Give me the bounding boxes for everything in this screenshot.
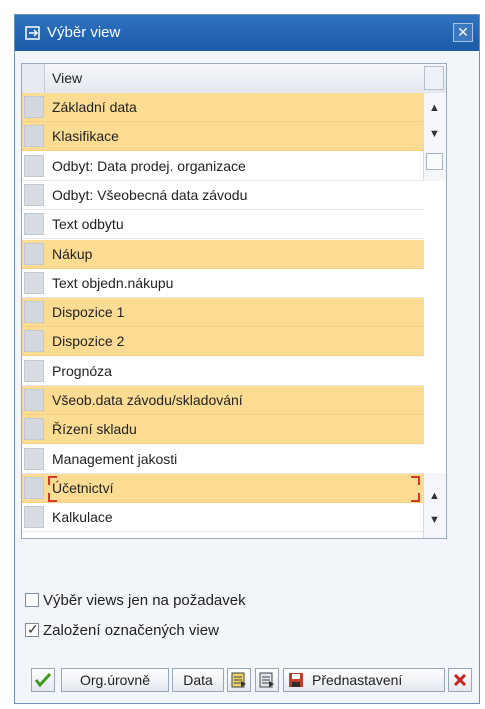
row-selector[interactable] <box>24 447 44 470</box>
table-row[interactable]: Prognóza <box>22 357 424 386</box>
close-button[interactable]: ✕ <box>453 23 473 42</box>
row-label: Klasifikace <box>52 128 119 145</box>
focus-marker <box>411 475 420 485</box>
row-label: Účetnictví <box>52 479 114 496</box>
row-selector[interactable] <box>24 359 44 382</box>
row-selector[interactable] <box>24 242 44 265</box>
vertical-scrollbar-top[interactable]: ▲ ▼ <box>423 93 446 181</box>
table-row[interactable]: Odbyt: Data prodej. organizace <box>22 152 424 181</box>
table-row[interactable]: Klasifikace <box>22 122 424 152</box>
row-selector[interactable] <box>24 271 44 294</box>
dialog-toolbar: Org.úrovně Data Přednastavení <box>15 663 479 695</box>
row-selector[interactable] <box>24 330 44 353</box>
row-label: Text objedn.nákupu <box>52 274 174 291</box>
defaults-button[interactable]: Přednastavení <box>283 668 445 692</box>
accept-button[interactable] <box>31 668 55 692</box>
table-row[interactable]: Management jakosti <box>22 445 424 474</box>
create-selected-label: Založení označených view <box>43 622 219 639</box>
org-levels-button[interactable]: Org.úrovně <box>61 668 169 692</box>
focus-marker <box>48 475 57 485</box>
row-selector[interactable] <box>24 213 44 236</box>
focus-marker <box>411 492 420 502</box>
cancel-button[interactable] <box>448 668 472 692</box>
table-row[interactable]: Všeob.data závodu/skladování <box>22 386 424 415</box>
table-row[interactable]: Základní data <box>22 93 424 122</box>
row-selector[interactable] <box>24 418 44 441</box>
row-label: Dispozice 2 <box>52 333 125 350</box>
table-row[interactable]: Dispozice 1 <box>22 298 424 328</box>
row-selector[interactable] <box>24 506 44 529</box>
row-label: Prognóza <box>52 362 112 379</box>
dialog-title: Výběr view <box>47 24 121 41</box>
row-label: Základní data <box>52 99 137 115</box>
title-bar: Výběr view ✕ <box>15 15 479 51</box>
table-header: View <box>22 64 446 94</box>
page-up-icon[interactable]: ▲ <box>424 485 445 507</box>
select-all-cell[interactable] <box>22 64 45 93</box>
scroll-up-icon[interactable]: ▲ <box>424 97 445 119</box>
row-selector[interactable] <box>24 301 44 324</box>
scroll-down-icon[interactable]: ▼ <box>424 123 445 145</box>
table-row[interactable]: Účetnictví <box>22 473 424 503</box>
defaults-label: Přednastavení <box>312 672 403 688</box>
table-settings-button[interactable] <box>424 66 444 90</box>
row-label: Management jakosti <box>52 450 178 467</box>
select-all-views-button[interactable] <box>227 668 251 692</box>
row-selector[interactable] <box>24 476 44 499</box>
scroll-thumb[interactable] <box>426 153 443 170</box>
row-selector[interactable] <box>24 96 44 118</box>
table-row[interactable]: Odbyt: Všeobecná data závodu <box>22 181 424 210</box>
table-row[interactable]: Kalkulace <box>22 503 424 533</box>
table-row[interactable]: Text objedn.nákupu <box>22 269 424 298</box>
vertical-scrollbar-bottom[interactable]: ▲ ▼ <box>423 473 446 538</box>
table-row[interactable]: Dispozice 2 <box>22 327 424 357</box>
dialog-icon <box>25 26 40 40</box>
deselect-all-views-button[interactable] <box>255 668 279 692</box>
row-selector[interactable] <box>24 125 44 148</box>
row-label: Odbyt: Všeobecná data závodu <box>52 186 248 203</box>
view-selection-dialog: Výběr view ✕ View Základní data Klasifika… <box>14 14 480 704</box>
data-button[interactable]: Data <box>172 668 224 692</box>
view-table: View Základní data Klasifikace Odbyt: Data… <box>21 63 447 539</box>
row-label: Dispozice 1 <box>52 304 125 321</box>
row-label: Odbyt: Data prodej. organizace <box>52 157 246 174</box>
column-header-view[interactable]: View <box>52 70 82 86</box>
row-label: Kalkulace <box>52 509 113 526</box>
focus-marker <box>48 492 57 502</box>
cancel-icon <box>453 673 467 687</box>
row-label: Všeob.data závodu/skladování <box>52 392 243 408</box>
row-label: Řízení skladu <box>52 421 137 438</box>
row-selector[interactable] <box>24 154 44 177</box>
table-row[interactable]: Nákup <box>22 239 424 269</box>
deselect-all-icon <box>259 672 274 688</box>
checkmark-icon <box>34 672 52 688</box>
create-selected-checkbox[interactable]: ✓ <box>25 621 39 637</box>
table-row[interactable]: Text odbytu <box>22 210 424 240</box>
row-selector[interactable] <box>24 389 44 411</box>
row-label: Nákup <box>52 245 93 262</box>
views-on-demand-label: Výběr views jen na požadavek <box>43 592 246 609</box>
row-label: Text odbytu <box>52 216 124 233</box>
page-down-icon[interactable]: ▼ <box>424 509 445 531</box>
table-row[interactable]: Řízení skladu <box>22 415 424 445</box>
views-on-demand-checkbox[interactable] <box>25 593 39 607</box>
row-selector[interactable] <box>24 183 44 206</box>
check-icon: ✓ <box>27 621 39 637</box>
save-icon <box>289 673 303 687</box>
select-all-icon <box>231 672 246 688</box>
